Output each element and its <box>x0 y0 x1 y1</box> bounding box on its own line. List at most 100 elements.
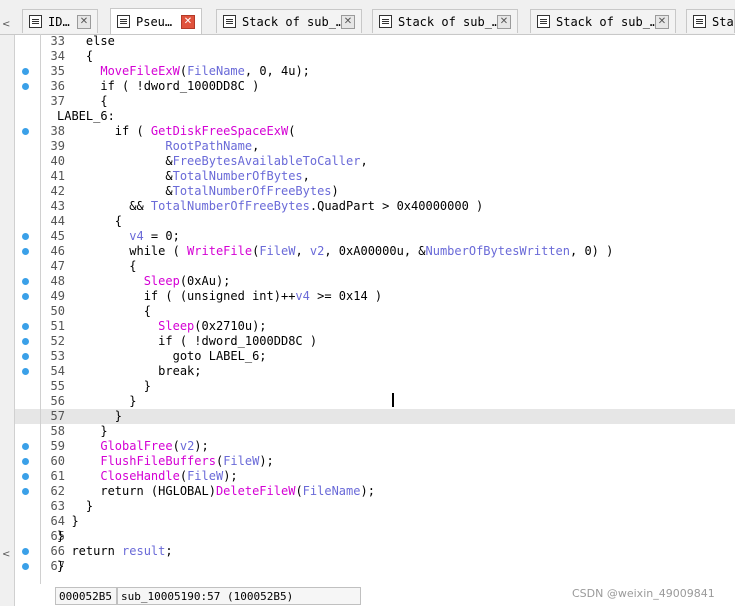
code-line[interactable]: 57 } <box>15 409 735 424</box>
code-line[interactable]: 37 { <box>15 94 735 109</box>
status-address: 000052B5 <box>55 587 117 605</box>
code-line[interactable]: 54 break; <box>15 364 735 379</box>
code-line[interactable]: 44 { <box>15 214 735 229</box>
left-panel-strip: < < <box>0 19 15 606</box>
code-text: if ( !dword_1000DD8C ) <box>57 79 260 93</box>
breakpoint-dot-icon[interactable] <box>22 233 29 240</box>
code-text: { <box>57 214 123 228</box>
breakpoint-dot-icon[interactable] <box>22 353 29 360</box>
breakpoint-dot-icon[interactable] <box>22 458 29 465</box>
code-text: } <box>57 499 94 513</box>
code-text: MoveFileExW(FileName, 0, 4u); <box>100 64 310 78</box>
tab-ida-view[interactable]: ID… ✕ <box>22 9 98 33</box>
code-line[interactable]: 56 } <box>15 394 735 409</box>
close-icon[interactable]: ✕ <box>655 14 669 29</box>
code-line[interactable]: 66 return result; <box>15 544 735 559</box>
breakpoint-dot-icon[interactable] <box>22 473 29 480</box>
code-line[interactable]: 47 { <box>15 259 735 274</box>
breakpoint-dot-icon[interactable] <box>22 278 29 285</box>
breakpoint-dot-icon[interactable] <box>22 68 29 75</box>
code-line[interactable]: 46 while ( WriteFile(FileW, v2, 0xA00000… <box>15 244 735 259</box>
code-line[interactable]: 43 && TotalNumberOfFreeBytes.QuadPart > … <box>15 199 735 214</box>
breakpoint-dot-icon[interactable] <box>22 443 29 450</box>
breakpoint-dot-icon[interactable] <box>22 488 29 495</box>
status-location: sub_10005190:57 (100052B5) <box>117 587 361 605</box>
code-line[interactable]: 40 &FreeBytesAvailableToCaller, <box>15 154 735 169</box>
code-text: Sleep(0x2710u); <box>158 319 267 333</box>
code-line[interactable]: 61 CloseHandle(FileW); <box>15 469 735 484</box>
code-text: } <box>57 514 79 528</box>
breakpoint-dot-icon[interactable] <box>22 368 29 375</box>
breakpoint-dot-icon[interactable] <box>22 548 29 555</box>
code-line[interactable]: 36 if ( !dword_1000DD8C ) <box>15 79 735 94</box>
code-text: else <box>57 34 115 48</box>
tab-label: Stack of sub_… <box>398 14 497 29</box>
code-line[interactable]: 41 &TotalNumberOfBytes, <box>15 169 735 184</box>
code-line[interactable]: 53 goto LABEL_6; <box>15 349 735 364</box>
code-line[interactable]: 51 Sleep(0x2710u); <box>15 319 735 334</box>
code-text: RootPathName, <box>165 139 260 153</box>
code-line[interactable]: 64 } <box>15 514 735 529</box>
code-line[interactable]: 58 } <box>15 424 735 439</box>
code-text: if ( GetDiskFreeSpaceExW( <box>57 124 296 138</box>
code-text: { <box>57 49 94 63</box>
code-line[interactable]: 38 if ( GetDiskFreeSpaceExW( <box>15 124 735 139</box>
breakpoint-dot-icon[interactable] <box>22 323 29 330</box>
code-line[interactable]: LABEL_6: <box>15 109 735 124</box>
tab-pseudocode[interactable]: Pseu… ✕ <box>110 8 202 34</box>
pseudocode-view[interactable]: 33 else 34 {35 MoveFileExW(FileName, 0, 4… <box>15 34 735 584</box>
tab-bar: ID… ✕ Pseu… ✕ Stack of sub_… ✕ Stack of … <box>0 6 735 35</box>
breakpoint-dot-icon[interactable] <box>22 338 29 345</box>
code-line[interactable]: 48 Sleep(0xAu); <box>15 274 735 289</box>
close-icon[interactable]: ✕ <box>77 14 91 29</box>
breakpoint-dot-icon[interactable] <box>22 293 29 300</box>
tab-stack-3[interactable]: Stack of sub_… ✕ <box>530 9 676 33</box>
tab-label: ID… <box>48 14 70 29</box>
breakpoint-dot-icon[interactable] <box>22 563 29 570</box>
code-line[interactable]: 50 { <box>15 304 735 319</box>
left-scroll-glyph-bottom[interactable]: < <box>2 549 10 560</box>
tab-stack-1[interactable]: Stack of sub_… ✕ <box>216 9 362 33</box>
code-text: v4 = 0; <box>129 229 180 243</box>
breakpoint-dot-icon[interactable] <box>22 248 29 255</box>
code-line[interactable]: 35 MoveFileExW(FileName, 0, 4u); <box>15 64 735 79</box>
tab-label: Sta <box>712 14 734 29</box>
code-text: while ( WriteFile(FileW, v2, 0xA00000u, … <box>57 244 614 258</box>
code-text: } <box>57 559 65 573</box>
code-line[interactable]: 65} <box>15 529 735 544</box>
code-line[interactable]: 33 else <box>15 34 735 49</box>
code-text: } <box>57 379 151 393</box>
code-line[interactable]: 39 RootPathName, <box>15 139 735 154</box>
stack-view-icon <box>223 15 236 28</box>
code-line[interactable]: 63 } <box>15 499 735 514</box>
breakpoint-dot-icon[interactable] <box>22 83 29 90</box>
code-text: if ( (unsigned int)++v4 >= 0x14 ) <box>57 289 383 303</box>
close-icon[interactable]: ✕ <box>497 14 511 29</box>
code-text: if ( !dword_1000DD8C ) <box>57 334 318 348</box>
code-line[interactable]: 34 { <box>15 49 735 64</box>
tab-stack-2[interactable]: Stack of sub_… ✕ <box>372 9 518 33</box>
code-text: return result; <box>57 544 173 558</box>
left-scroll-glyph-top[interactable]: < <box>2 19 10 30</box>
code-line[interactable]: 60 FlushFileBuffers(FileW); <box>15 454 735 469</box>
code-line[interactable]: 42 &TotalNumberOfFreeBytes) <box>15 184 735 199</box>
code-line[interactable]: 49 if ( (unsigned int)++v4 >= 0x14 ) <box>15 289 735 304</box>
code-line[interactable]: 67} <box>15 559 735 574</box>
code-line[interactable]: 59 GlobalFree(v2); <box>15 439 735 454</box>
watermark: CSDN @weixin_49009841 <box>572 587 715 600</box>
code-line[interactable]: 62 return (HGLOBAL)DeleteFileW(FileName)… <box>15 484 735 499</box>
tab-stack-4[interactable]: Sta <box>686 9 735 33</box>
tab-label: Stack of sub_… <box>556 14 655 29</box>
code-text: } <box>57 529 65 543</box>
stack-view-icon <box>379 15 392 28</box>
code-line[interactable]: 45 v4 = 0; <box>15 229 735 244</box>
code-text: break; <box>57 364 202 378</box>
close-icon[interactable]: ✕ <box>181 14 195 29</box>
code-line[interactable]: 55 } <box>15 379 735 394</box>
close-icon[interactable]: ✕ <box>341 14 355 29</box>
code-line[interactable]: 52 if ( !dword_1000DD8C ) <box>15 334 735 349</box>
code-text: CloseHandle(FileW); <box>100 469 238 483</box>
code-text: &TotalNumberOfFreeBytes) <box>57 184 339 198</box>
code-text: } <box>57 394 137 408</box>
breakpoint-dot-icon[interactable] <box>22 128 29 135</box>
